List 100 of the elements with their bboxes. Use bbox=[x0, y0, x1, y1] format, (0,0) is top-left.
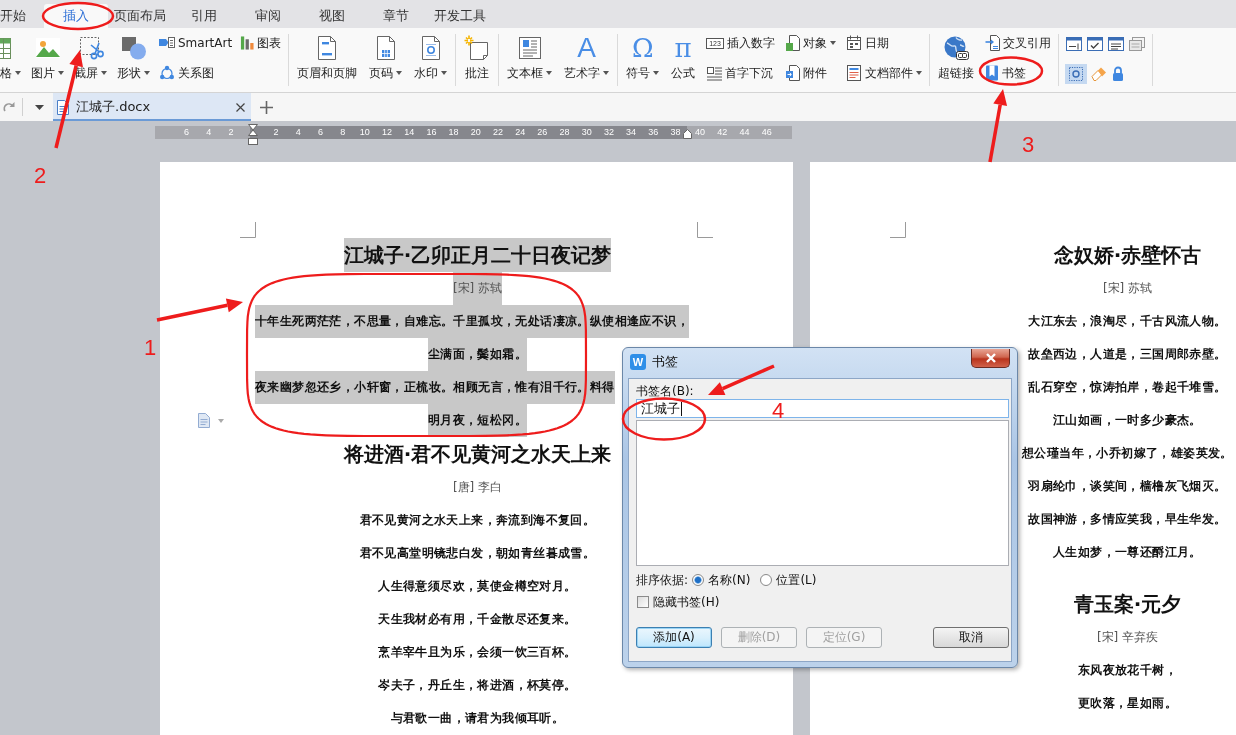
radio-button[interactable] bbox=[692, 574, 705, 586]
toolbar-icon-button[interactable] bbox=[1064, 34, 1083, 54]
dialog-button[interactable]: 添加(A) bbox=[636, 627, 712, 648]
poem-author: [宋] 苏轼 bbox=[1102, 280, 1153, 297]
poem-line: 大江东去，浪淘尽，千古风流人物。 bbox=[1028, 313, 1227, 330]
arrow-list-icon bbox=[159, 35, 175, 51]
ribbon-button[interactable]: 文本框 bbox=[505, 34, 555, 84]
eraser-icon bbox=[1090, 66, 1107, 82]
ribbon-button[interactable]: 附件 bbox=[783, 64, 828, 82]
curved-arrow-icon[interactable] bbox=[3, 101, 15, 113]
ribbon-button[interactable]: 批注 bbox=[462, 34, 493, 84]
ruler-number: 44 bbox=[738, 126, 751, 139]
ribbon-button[interactable]: SmartArt bbox=[158, 34, 234, 52]
annotation-arrow bbox=[708, 364, 775, 395]
document-tab[interactable]: 江城子.docx bbox=[53, 93, 251, 121]
square-circle-icon bbox=[120, 35, 147, 61]
poem-line: 江山如画，一时多少豪杰。 bbox=[1053, 412, 1202, 429]
menu-tab[interactable]: 页面布局 bbox=[108, 4, 172, 28]
pi-icon: π bbox=[674, 34, 692, 62]
menu-tab[interactable]: 开始 bbox=[0, 4, 44, 28]
ruler-number: 42 bbox=[716, 126, 729, 139]
toolbar-icon-button[interactable] bbox=[1085, 34, 1104, 54]
picture-icon bbox=[34, 35, 61, 61]
ribbon-button[interactable]: 关系图 bbox=[158, 64, 215, 82]
corner-mark-icon bbox=[697, 222, 713, 238]
letter-a-icon: A bbox=[577, 34, 596, 62]
ribbon-button[interactable]: 首字下沉 bbox=[705, 64, 775, 82]
close-button[interactable] bbox=[971, 349, 1010, 368]
ribbon-button[interactable]: 文档部件 bbox=[844, 64, 923, 82]
radio-option[interactable]: 位置(L) bbox=[760, 571, 817, 589]
calendar-icon bbox=[845, 35, 862, 51]
page-box-arrow-icon bbox=[784, 65, 800, 81]
ribbon-button[interactable]: 图表 bbox=[239, 34, 283, 52]
scissors-icon bbox=[77, 35, 104, 61]
framed-text-icon bbox=[516, 35, 543, 61]
ruler-number: 18 bbox=[447, 126, 460, 139]
step-number: 2 bbox=[34, 165, 47, 187]
margin-marker[interactable] bbox=[683, 129, 692, 139]
poem-line: 与君歌一曲，请君为我倾耳听。 bbox=[390, 710, 565, 727]
app-icon: W bbox=[630, 354, 646, 370]
indent-marker[interactable] bbox=[248, 124, 258, 146]
radio-button[interactable] bbox=[760, 574, 773, 586]
poem-line: 羽扇纶巾，谈笑间，樯橹灰飞烟灭。 bbox=[1028, 478, 1227, 495]
poem-line: 人生得意须尽欢，莫使金樽空对月。 bbox=[378, 578, 577, 595]
poem-line: 烹羊宰牛且为乐，会须一饮三百杯。 bbox=[378, 644, 577, 661]
menu-tab[interactable]: 章节 bbox=[364, 4, 428, 28]
ruler-number: 14 bbox=[403, 126, 416, 139]
poem-title: 青玉案·元夕 bbox=[1073, 591, 1182, 618]
menu-tab[interactable]: 开发工具 bbox=[428, 4, 492, 28]
ribbon-button[interactable]: 书签 bbox=[983, 64, 1027, 82]
ruler-number: 6 bbox=[316, 126, 324, 139]
poem-line: 天生我材必有用，千金散尽还复来。 bbox=[378, 611, 577, 628]
ruler-number: 26 bbox=[536, 126, 549, 139]
menu-tab[interactable]: 引用 bbox=[172, 4, 236, 28]
checkbox-option[interactable]: 隐藏书签(H) bbox=[636, 593, 720, 611]
poem-line: 想公瑾当年，小乔初嫁了，雄姿英发。 bbox=[1022, 445, 1233, 462]
ruler-number: 4 bbox=[205, 126, 213, 139]
plus-icon[interactable] bbox=[260, 100, 273, 114]
toolbar-icon-button[interactable] bbox=[1064, 64, 1087, 84]
poem-line: 君不见高堂明镜悲白发，朝如青丝暮成雪。 bbox=[359, 545, 596, 562]
checkbox-icon bbox=[1086, 37, 1103, 51]
step-number: 3 bbox=[1022, 134, 1035, 156]
menu-tab[interactable]: 视图 bbox=[300, 4, 364, 28]
dotted-frame-icon bbox=[1067, 66, 1084, 82]
ribbon-button[interactable]: 日期 bbox=[844, 34, 890, 52]
ribbon-button[interactable]: 对象 bbox=[783, 34, 837, 52]
document-lines-icon bbox=[845, 65, 862, 81]
ribbon-button[interactable]: 格 bbox=[0, 34, 23, 84]
ruler-number: 22 bbox=[491, 126, 504, 139]
ribbon-button[interactable]: 水印 bbox=[412, 34, 450, 84]
dialog-button[interactable]: 取消 bbox=[933, 627, 1009, 648]
ruler-number: 38 bbox=[669, 126, 682, 139]
poem-author: [宋] 苏轼 bbox=[452, 272, 503, 305]
poem-line: 人生如梦，一尊还酹江月。 bbox=[1053, 544, 1202, 561]
ribbon-button[interactable]: A 艺术字 bbox=[562, 34, 612, 84]
list-box-icon bbox=[1107, 37, 1124, 51]
ribbon-button[interactable]: Ω 符号 bbox=[624, 34, 662, 84]
ribbon-button[interactable]: 页眉和页脚 bbox=[295, 34, 360, 84]
poem-title: 江城子·乙卯正月二十日夜记梦 bbox=[343, 238, 612, 272]
ribbon-button[interactable]: 形状 bbox=[115, 34, 152, 84]
ribbon-button[interactable]: 超链接 bbox=[935, 34, 976, 84]
ruler-number: 8 bbox=[339, 126, 347, 139]
checkbox[interactable] bbox=[637, 596, 649, 608]
bar-chart-icon bbox=[240, 35, 255, 51]
poem-author: [唐] 李白 bbox=[452, 479, 503, 496]
ribbon-button[interactable]: π 公式 bbox=[669, 34, 698, 84]
ribbon-button[interactable]: 图片 bbox=[29, 34, 66, 84]
ruler-number: 36 bbox=[647, 126, 660, 139]
radio-option[interactable]: 名称(N) bbox=[692, 571, 751, 589]
close-icon[interactable] bbox=[236, 102, 245, 112]
corner-mark-icon bbox=[890, 222, 906, 238]
menu-tab[interactable]: 审阅 bbox=[236, 4, 300, 28]
text-cursor bbox=[681, 401, 682, 416]
ribbon-button[interactable]: 页码 bbox=[367, 34, 405, 84]
poem-author: [宋] 辛弃疾 bbox=[1096, 629, 1159, 646]
caret-icon bbox=[35, 104, 44, 110]
ribbon-button[interactable]: 交叉引用 bbox=[983, 34, 1052, 52]
close-icon bbox=[984, 353, 997, 363]
bookmark-icon bbox=[984, 65, 999, 81]
toolbar-icon-button[interactable] bbox=[1106, 34, 1125, 54]
